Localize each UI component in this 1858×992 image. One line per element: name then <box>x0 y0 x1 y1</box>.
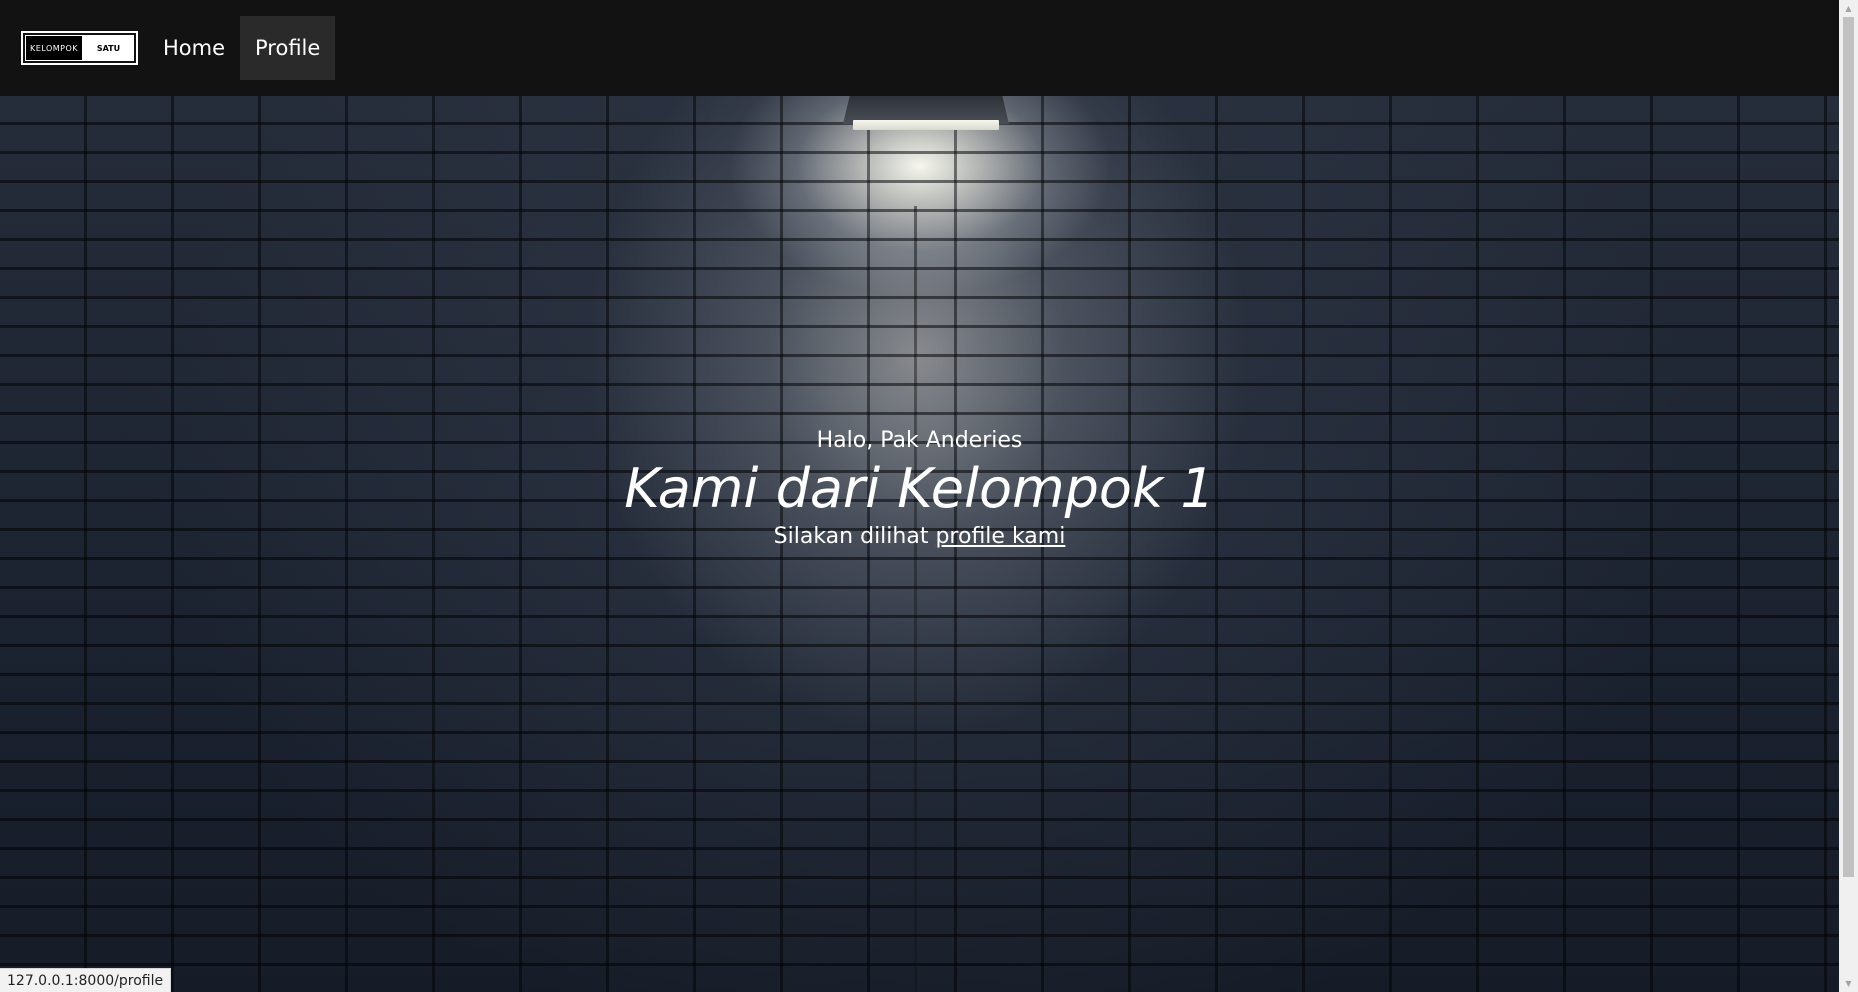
hero-content: Halo, Pak Anderies Kami dari Kelompok 1 … <box>0 426 1839 552</box>
scrollbar-thumb[interactable] <box>1843 17 1854 877</box>
page: KELOMPOK SATU Home Profile Halo, Pak And… <box>0 0 1858 992</box>
vertical-scrollbar[interactable]: ▲ ▼ <box>1839 0 1858 992</box>
scroll-up-arrow-icon[interactable]: ▲ <box>1839 0 1858 17</box>
hero-greeting: Halo, Pak Anderies <box>816 428 1023 453</box>
nav-link-profile[interactable]: Profile <box>240 16 336 80</box>
hero-section: Halo, Pak Anderies Kami dari Kelompok 1 … <box>0 96 1839 992</box>
brand-logo[interactable]: KELOMPOK SATU <box>21 31 138 65</box>
hero-subline-text: Silakan dilihat <box>773 524 936 549</box>
logo-left-text: KELOMPOK <box>25 35 83 61</box>
navbar: KELOMPOK SATU Home Profile <box>0 0 1839 96</box>
logo-right-text: SATU <box>83 35 134 61</box>
status-bar-url: 127.0.0.1:8000/profile <box>0 968 172 992</box>
wall-lamp-icon <box>843 96 1009 140</box>
wall-pipe <box>914 206 917 992</box>
scroll-down-arrow-icon[interactable]: ▼ <box>1839 975 1858 992</box>
profile-link[interactable]: profile kami <box>935 524 1065 549</box>
hero-headline: Kami dari Kelompok 1 <box>624 457 1215 520</box>
hero-subline: Silakan dilihat profile kami <box>0 522 1839 552</box>
nav-link-home[interactable]: Home <box>148 16 240 80</box>
